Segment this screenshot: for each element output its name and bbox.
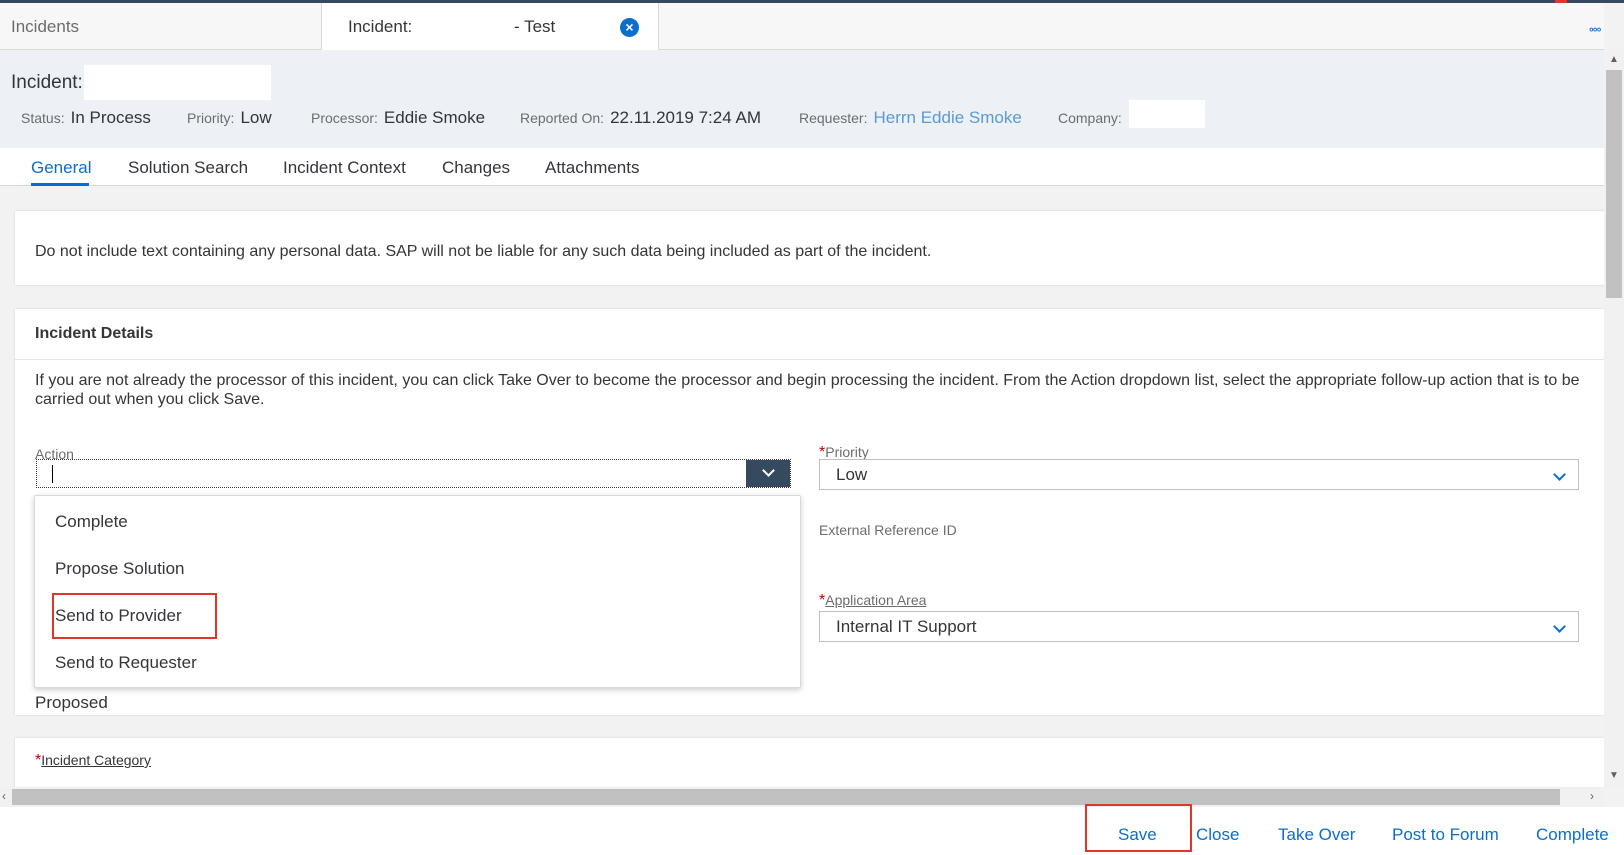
option-complete[interactable]: Complete: [55, 512, 128, 532]
incident-category-card: *Incident Category: [15, 738, 1604, 787]
requester-label: Requester:: [799, 110, 868, 126]
reported-on-value: 22.11.2019 7:24 AM: [610, 108, 761, 127]
status-attribute: Status: In Process: [21, 108, 151, 128]
processor-label: Processor:: [311, 110, 378, 126]
option-propose-solution[interactable]: Propose Solution: [55, 559, 184, 579]
requester-attribute: Requester: Herrn Eddie Smoke: [799, 108, 1022, 128]
tab-general[interactable]: General: [31, 158, 91, 178]
tab-current-suffix: - Test: [514, 17, 556, 36]
incident-id-redacted: [84, 65, 271, 100]
tab-incident-context[interactable]: Incident Context: [283, 158, 406, 178]
status-label: Status:: [21, 110, 65, 126]
section-description: If you are not already the processor of …: [35, 372, 1580, 408]
reported-on-label: Reported On:: [520, 110, 605, 126]
app-tab-strip: Incidents Incident: - Test × °°°: [0, 3, 1604, 51]
scroll-right-icon[interactable]: ›: [1590, 789, 1594, 803]
scroll-down-icon[interactable]: ▼: [1609, 770, 1619, 781]
vertical-scroll-thumb[interactable]: [1606, 70, 1622, 298]
highlight-box-save: [1085, 804, 1192, 852]
application-area-label: *Application Area: [819, 592, 926, 610]
tab-changes[interactable]: Changes: [442, 158, 510, 178]
application-area-value: Internal IT Support: [836, 617, 977, 636]
priority-select-value: Low: [836, 465, 868, 484]
close-icon[interactable]: ×: [620, 18, 639, 37]
company-attribute: Company:: [1058, 108, 1128, 128]
requester-link[interactable]: Herrn Eddie Smoke: [873, 108, 1021, 127]
action-dropdown-list: Complete Propose Solution Send to Provid…: [34, 495, 801, 688]
company-label: Company:: [1058, 110, 1122, 126]
chevron-down-icon: [1553, 616, 1566, 636]
priority-field-label-text: Priority: [825, 444, 869, 460]
processor-value: Eddie Smoke: [383, 108, 486, 127]
privacy-notice: Do not include text containing any perso…: [35, 243, 932, 260]
scroll-up-icon[interactable]: ▲: [1609, 54, 1619, 65]
highlight-box-send-to-provider: [52, 593, 217, 639]
overflow-menu-icon[interactable]: °°°: [1589, 25, 1601, 39]
page-title: Incident:: [11, 72, 83, 93]
incident-category-label-text[interactable]: Incident Category: [41, 752, 151, 768]
section-tab-bar: General Solution Search Incident Context…: [0, 148, 1604, 186]
application-area-select[interactable]: Internal IT Support: [819, 611, 1579, 642]
horizontal-scroll-thumb[interactable]: [12, 789, 1560, 805]
chevron-down-icon: [1553, 464, 1566, 484]
priority-attribute: Priority: Low: [187, 108, 272, 128]
section-divider: [15, 359, 1604, 360]
tab-solution-search[interactable]: Solution Search: [128, 158, 248, 178]
priority-value: Low: [240, 108, 272, 127]
complete-button[interactable]: Complete: [1536, 825, 1609, 845]
priority-select[interactable]: Low: [819, 459, 1579, 490]
reported-on-attribute: Reported On: 22.11.2019 7:24 AM: [520, 108, 761, 128]
main-content: Do not include text containing any perso…: [0, 186, 1604, 787]
incident-category-label: *Incident Category: [35, 752, 151, 770]
object-header: Incident: Status: In Process Priority: Low…: [0, 50, 1604, 148]
text-cursor: [52, 465, 53, 483]
processor-attribute: Processor: Eddie Smoke: [311, 108, 485, 128]
take-over-button[interactable]: Take Over: [1278, 825, 1355, 845]
application-area-label-text[interactable]: Application Area: [825, 592, 926, 608]
proposed-text: Proposed: [35, 693, 108, 712]
notice-card: Do not include text containing any perso…: [15, 211, 1604, 285]
tab-incidents[interactable]: Incidents: [0, 3, 322, 50]
vertical-scrollbar[interactable]: ▲ ▼: [1604, 50, 1624, 787]
scroll-left-icon[interactable]: ‹: [2, 789, 6, 803]
footer-toolbar: Save Close Take Over Post to Forum Compl…: [0, 804, 1624, 855]
status-value: In Process: [70, 108, 151, 127]
option-send-to-requester[interactable]: Send to Requester: [55, 653, 197, 673]
tab-current-incident[interactable]: Incident: - Test ×: [322, 3, 659, 51]
company-value-redacted: [1129, 100, 1205, 128]
chevron-down-icon: [761, 464, 775, 477]
tab-current-prefix: Incident:: [348, 17, 413, 36]
external-reference-label: External Reference ID: [819, 522, 957, 538]
action-dropdown-button[interactable]: [746, 460, 790, 487]
section-title: Incident Details: [35, 325, 154, 342]
post-to-forum-button[interactable]: Post to Forum: [1392, 825, 1499, 845]
priority-label: Priority:: [187, 110, 235, 126]
action-combobox[interactable]: [36, 459, 791, 488]
tab-attachments[interactable]: Attachments: [545, 158, 640, 178]
horizontal-scrollbar[interactable]: ‹ ›: [0, 787, 1604, 807]
close-button[interactable]: Close: [1196, 825, 1239, 845]
tab-incidents-label: Incidents: [11, 17, 80, 36]
